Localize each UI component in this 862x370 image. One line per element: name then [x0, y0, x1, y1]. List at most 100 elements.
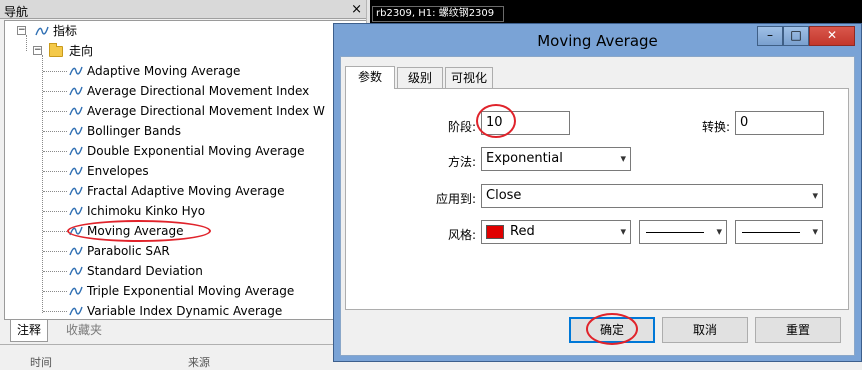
- tree-item-label: Triple Exponential Moving Average: [87, 284, 295, 298]
- tree-item-indicator[interactable]: Variable Index Dynamic Average: [41, 301, 369, 319]
- collapse-icon[interactable]: −: [17, 26, 26, 35]
- method-select[interactable]: Exponential ▾: [481, 147, 631, 171]
- tree-guide-line: [43, 111, 67, 112]
- period-input[interactable]: 10: [481, 111, 570, 135]
- tab-visualization[interactable]: 可视化: [445, 67, 493, 89]
- indicator-icon: [69, 206, 83, 216]
- tree-node-trend-folder[interactable]: − 走向: [33, 41, 353, 61]
- tree-guide-line: [43, 251, 67, 252]
- period-label: 阶段:: [447, 120, 476, 134]
- apply-to-label: 应用到:: [435, 192, 476, 206]
- tree-item-label: Variable Index Dynamic Average: [87, 304, 283, 318]
- indicator-icon: [69, 86, 83, 96]
- tree-item-label: Average Directional Movement Index W: [87, 104, 325, 118]
- tree-guide-line: [43, 151, 67, 152]
- tree-item-label: Envelopes: [87, 164, 149, 178]
- tree-item-indicator[interactable]: Ichimoku Kinko Hyo: [41, 201, 369, 221]
- shift-input[interactable]: 0: [735, 111, 824, 135]
- tree-guide-line: [43, 291, 67, 292]
- close-button[interactable]: ✕: [809, 26, 855, 46]
- indicator-icon: [69, 186, 83, 196]
- column-source[interactable]: 来源: [188, 354, 210, 370]
- chevron-down-icon: ▾: [716, 225, 722, 238]
- navigator-tabs: 注释 收藏夹: [4, 320, 370, 342]
- chevron-down-icon: ▾: [812, 189, 818, 202]
- indicator-icon: [69, 66, 83, 76]
- tree-guide-line: [43, 231, 67, 232]
- tree-item-label: Bollinger Bands: [87, 124, 181, 138]
- color-swatch: [486, 225, 504, 239]
- tree-item-indicator[interactable]: Parabolic SAR: [41, 241, 369, 261]
- shift-label: 转换:: [701, 120, 730, 134]
- tree-node-indicators[interactable]: − 指标: [17, 21, 357, 41]
- column-time[interactable]: 时间: [30, 354, 52, 370]
- tree-guide-line: [43, 131, 67, 132]
- color-select[interactable]: Red ▾: [481, 220, 631, 244]
- method-value: Exponential: [486, 151, 563, 166]
- tree-guide-line: [43, 211, 67, 212]
- tab-parameters[interactable]: 参数: [345, 66, 395, 89]
- tree-item-indicator[interactable]: Adaptive Moving Average: [41, 61, 369, 81]
- indicator-icon: [69, 146, 83, 156]
- chevron-down-icon: ▾: [620, 152, 626, 165]
- navigator-title: 导航: [4, 5, 29, 19]
- tree-guide-line: [43, 171, 67, 172]
- method-label: 方法:: [447, 155, 476, 169]
- tree-item-label: Double Exponential Moving Average: [87, 144, 305, 158]
- tree-guide-line: [43, 191, 67, 192]
- reset-button[interactable]: 重置: [755, 317, 841, 343]
- tree-item-indicator[interactable]: Double Exponential Moving Average: [41, 141, 369, 161]
- bottom-list-header: 时间 来源: [0, 344, 370, 369]
- indicator-icon: [69, 166, 83, 176]
- maximize-button[interactable]: □: [783, 26, 809, 46]
- indicator-icon: [69, 226, 83, 236]
- navigator-tree: − 指标 − 走向 Adaptive Moving Average Average…: [4, 20, 370, 320]
- apply-to-value: Close: [486, 188, 522, 203]
- color-value: Red: [510, 224, 535, 239]
- indicator-icon: [69, 306, 83, 316]
- tree-item-label: Adaptive Moving Average: [87, 64, 241, 78]
- tree-item-label: Moving Average: [87, 224, 184, 238]
- style-label: 风格:: [447, 228, 476, 242]
- tree-guide-line: [43, 271, 67, 272]
- chevron-down-icon: ▾: [812, 225, 818, 238]
- line-width-icon: [742, 232, 800, 233]
- tree-item-indicator[interactable]: Triple Exponential Moving Average: [41, 281, 369, 301]
- indicator-icon: [69, 106, 83, 116]
- tab-favorites[interactable]: 收藏夹: [60, 320, 108, 342]
- navigator-close-icon[interactable]: ×: [351, 2, 362, 17]
- line-width-select[interactable]: ▾: [735, 220, 823, 244]
- navigator-panel: 导航 × − 指标 − 走向 Adaptive Moving Average Av…: [0, 0, 370, 369]
- chart-title: rb2309, H1: 螺纹钢2309: [372, 6, 504, 22]
- line-style-select[interactable]: ▾: [639, 220, 727, 244]
- apply-to-select[interactable]: Close ▾: [481, 184, 823, 208]
- ok-button[interactable]: 确定: [569, 317, 655, 343]
- cancel-button[interactable]: 取消: [662, 317, 748, 343]
- minimize-button[interactable]: –: [757, 26, 783, 46]
- tree-item-label: Parabolic SAR: [87, 244, 170, 258]
- tree-item-indicator[interactable]: Average Directional Movement Index W: [41, 101, 369, 121]
- tree-node-label: 指标: [53, 24, 78, 38]
- tab-notes[interactable]: 注释: [10, 320, 49, 342]
- chevron-down-icon: ▾: [620, 225, 626, 238]
- tree-item-indicator[interactable]: Moving Average: [41, 221, 369, 241]
- tree-item-indicator[interactable]: Standard Deviation: [41, 261, 369, 281]
- tree-item-label: Fractal Adaptive Moving Average: [87, 184, 285, 198]
- tree-item-label: Average Directional Movement Index: [87, 84, 310, 98]
- collapse-icon[interactable]: −: [33, 46, 42, 55]
- indicator-icon: [35, 26, 49, 36]
- tree-guide-line: [43, 91, 67, 92]
- dialog-titlebar[interactable]: Moving Average – □ ✕: [334, 24, 861, 56]
- folder-icon: [49, 43, 63, 57]
- tree-item-indicator[interactable]: Fractal Adaptive Moving Average: [41, 181, 369, 201]
- solid-line-icon: [646, 232, 704, 233]
- tree-item-indicator[interactable]: Envelopes: [41, 161, 369, 181]
- tree-item-label: Standard Deviation: [87, 264, 203, 278]
- indicator-icon: [69, 286, 83, 296]
- tree-item-label: Ichimoku Kinko Hyo: [87, 204, 206, 218]
- tree-guide-line: [43, 71, 67, 72]
- tree-item-indicator[interactable]: Average Directional Movement Index: [41, 81, 369, 101]
- indicator-icon: [69, 246, 83, 256]
- tab-levels[interactable]: 级别: [397, 67, 443, 89]
- tree-item-indicator[interactable]: Bollinger Bands: [41, 121, 369, 141]
